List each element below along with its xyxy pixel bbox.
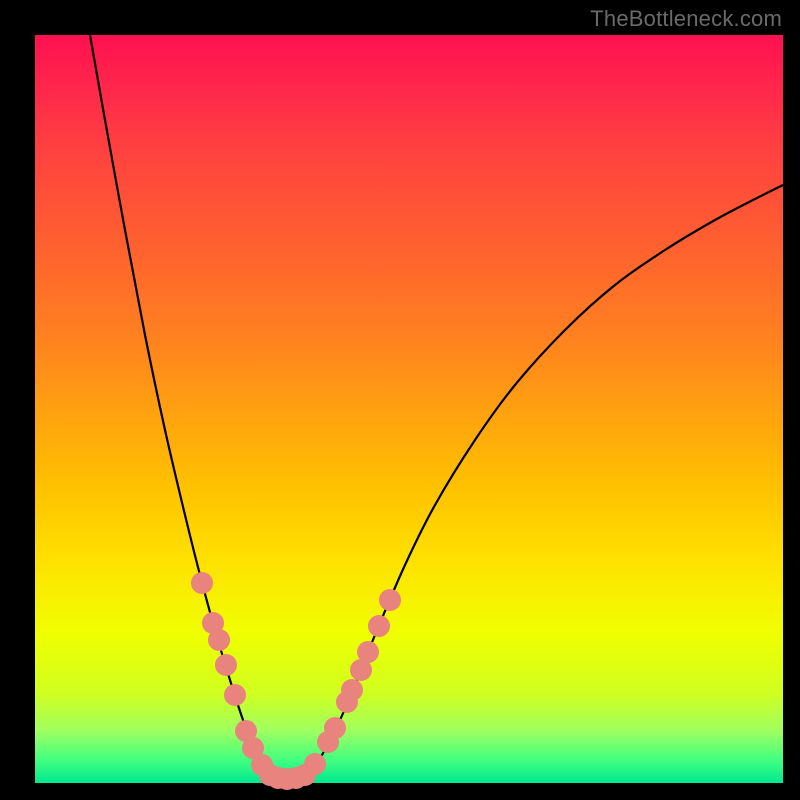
- curve-marker: [324, 717, 346, 739]
- bottleneck-curve: [90, 35, 783, 779]
- curve-marker: [379, 589, 401, 611]
- curve-marker: [341, 679, 363, 701]
- curve-marker: [304, 753, 326, 775]
- curve-marker: [368, 615, 390, 637]
- chart-container: TheBottleneck.com: [0, 0, 800, 800]
- watermark-text: TheBottleneck.com: [590, 6, 782, 32]
- curve-marker: [191, 572, 213, 594]
- curve-marker: [215, 654, 237, 676]
- curve-marker: [357, 641, 379, 663]
- plot-area: [35, 35, 783, 783]
- curve-markers: [191, 572, 401, 790]
- curve-marker: [208, 629, 230, 651]
- curve-marker: [224, 684, 246, 706]
- chart-svg: [35, 35, 783, 783]
